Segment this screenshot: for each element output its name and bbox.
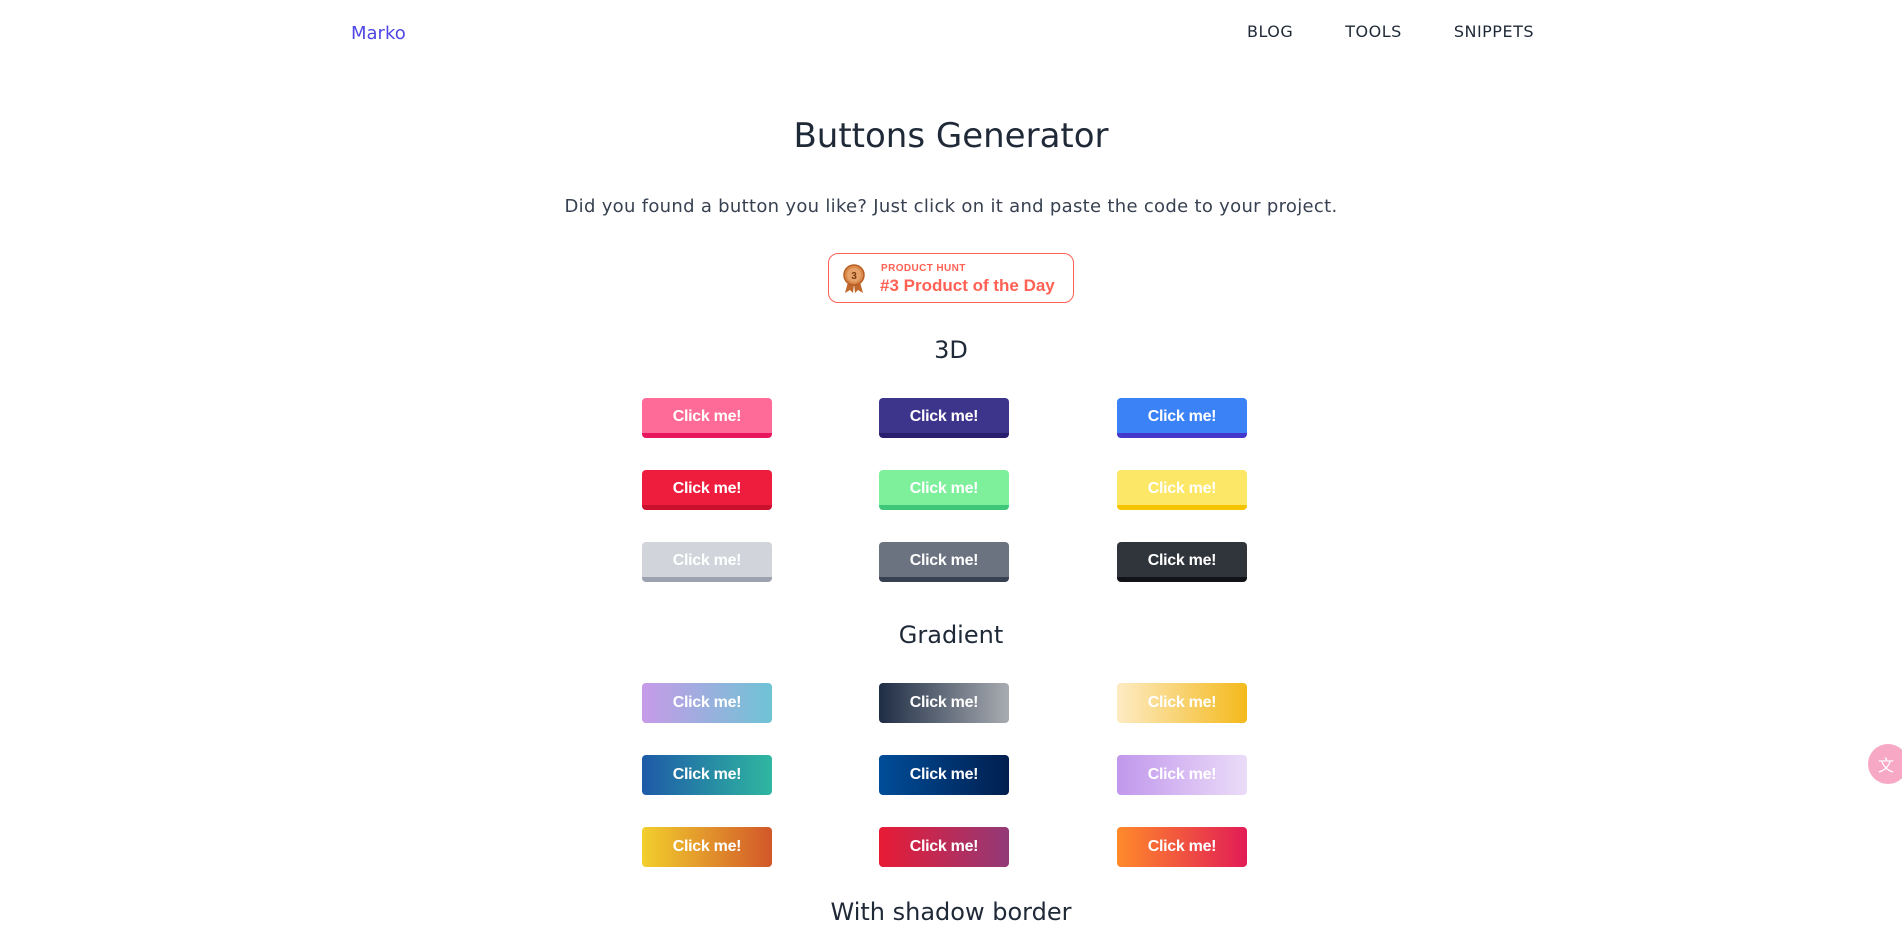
gradient-button-2[interactable]: Click me! bbox=[879, 683, 1009, 723]
nav-link-tools[interactable]: TOOLS bbox=[1345, 22, 1402, 41]
badge-title: #3 Product of the Day bbox=[880, 276, 1055, 295]
nav-link-blog[interactable]: BLOG bbox=[1247, 22, 1293, 41]
gradient-button-4[interactable]: Click me! bbox=[642, 755, 772, 795]
gradient-button-9[interactable]: Click me! bbox=[1117, 827, 1247, 867]
medal-icon: 3 bbox=[843, 264, 865, 293]
gradient-button-3[interactable]: Click me! bbox=[1117, 683, 1247, 723]
3d-button-9[interactable]: Click me! bbox=[1117, 542, 1247, 582]
page-title: Buttons Generator bbox=[793, 116, 1109, 156]
3d-button-1[interactable]: Click me! bbox=[642, 398, 772, 438]
badge-kicker: PRODUCT HUNT bbox=[881, 263, 966, 274]
logo[interactable]: Marko bbox=[351, 23, 406, 44]
3d-button-4[interactable]: Click me! bbox=[642, 470, 772, 510]
gradient-button-7[interactable]: Click me! bbox=[642, 827, 772, 867]
nav-links: BLOG TOOLS SNIPPETS bbox=[1195, 22, 1534, 41]
gradient-button-6[interactable]: Click me! bbox=[1117, 755, 1247, 795]
translate-widget[interactable]: 文 bbox=[1868, 744, 1902, 784]
3d-button-5[interactable]: Click me! bbox=[879, 470, 1009, 510]
medal-number: 3 bbox=[851, 271, 857, 282]
gradient-button-8[interactable]: Click me! bbox=[879, 827, 1009, 867]
section-title-gradient: Gradient bbox=[898, 621, 1004, 649]
gradient-button-5[interactable]: Click me! bbox=[879, 755, 1009, 795]
3d-button-8[interactable]: Click me! bbox=[879, 542, 1009, 582]
product-hunt-badge[interactable]: 3 PRODUCT HUNT #3 Product of the Day bbox=[828, 253, 1074, 303]
top-nav: Marko BLOG TOOLS SNIPPETS bbox=[0, 0, 1902, 66]
section-title-3d: 3D bbox=[934, 336, 968, 364]
3d-button-2[interactable]: Click me! bbox=[879, 398, 1009, 438]
translate-icon: 文 bbox=[1878, 756, 1895, 775]
page-subtitle: Did you found a button you like? Just cl… bbox=[564, 196, 1338, 217]
3d-button-6[interactable]: Click me! bbox=[1117, 470, 1247, 510]
3d-button-7[interactable]: Click me! bbox=[642, 542, 772, 582]
section-title-shadow-border: With shadow border bbox=[830, 898, 1072, 926]
gradient-button-1[interactable]: Click me! bbox=[642, 683, 772, 723]
nav-link-snippets[interactable]: SNIPPETS bbox=[1454, 22, 1534, 41]
3d-button-3[interactable]: Click me! bbox=[1117, 398, 1247, 438]
